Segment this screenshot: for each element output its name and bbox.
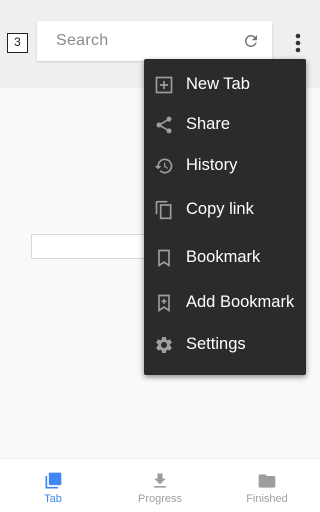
- more-vert-icon[interactable]: [288, 31, 308, 55]
- menu-label: Share: [186, 115, 231, 133]
- add-bookmark-icon: [158, 294, 170, 313]
- tab-count-button[interactable]: 3: [7, 33, 28, 53]
- folder-icon: [258, 474, 276, 488]
- browser-screen: 3 Search New Tab Share History Copy link…: [0, 0, 320, 512]
- copy-icon: [155, 200, 172, 220]
- overflow-menu: New Tab Share History Copy link Bookmark…: [144, 59, 306, 375]
- bookmark-icon: [158, 249, 170, 268]
- settings-icon: [156, 336, 172, 353]
- menu-item-add-bookmark[interactable]: Add Bookmark: [144, 285, 306, 321]
- nav-finished[interactable]: Finished: [214, 459, 320, 512]
- menu-item-share[interactable]: Share: [144, 107, 306, 143]
- download-icon: [154, 473, 166, 488]
- menu-item-history[interactable]: History: [144, 148, 306, 184]
- menu-label: History: [186, 156, 238, 174]
- search-placeholder: Search: [56, 32, 109, 49]
- menu-label: Add Bookmark: [186, 293, 295, 311]
- share-icon: [156, 116, 172, 134]
- nav-tab[interactable]: Tab: [0, 459, 106, 512]
- menu-item-bookmark[interactable]: Bookmark: [144, 240, 306, 276]
- menu-label: New Tab: [186, 75, 250, 93]
- nav-progress[interactable]: Progress: [107, 459, 213, 512]
- reload-icon[interactable]: [242, 32, 260, 50]
- nav-label: Progress: [137, 493, 183, 505]
- nav-label: Finished: [246, 493, 288, 505]
- menu-label: Copy link: [186, 200, 254, 218]
- tab-icon: [45, 472, 62, 489]
- new-tab-icon: [155, 76, 173, 94]
- bottom-navigation: Tab Progress Finished: [0, 458, 320, 512]
- menu-item-new-tab[interactable]: New Tab: [144, 67, 306, 103]
- search-bar[interactable]: Search: [37, 21, 272, 61]
- menu-label: Bookmark: [186, 248, 261, 266]
- nav-label: Tab: [44, 493, 62, 505]
- history-icon: [154, 158, 173, 174]
- menu-item-copy-link[interactable]: Copy link: [144, 192, 306, 228]
- menu-item-settings[interactable]: Settings: [144, 327, 306, 363]
- menu-label: Settings: [186, 335, 246, 353]
